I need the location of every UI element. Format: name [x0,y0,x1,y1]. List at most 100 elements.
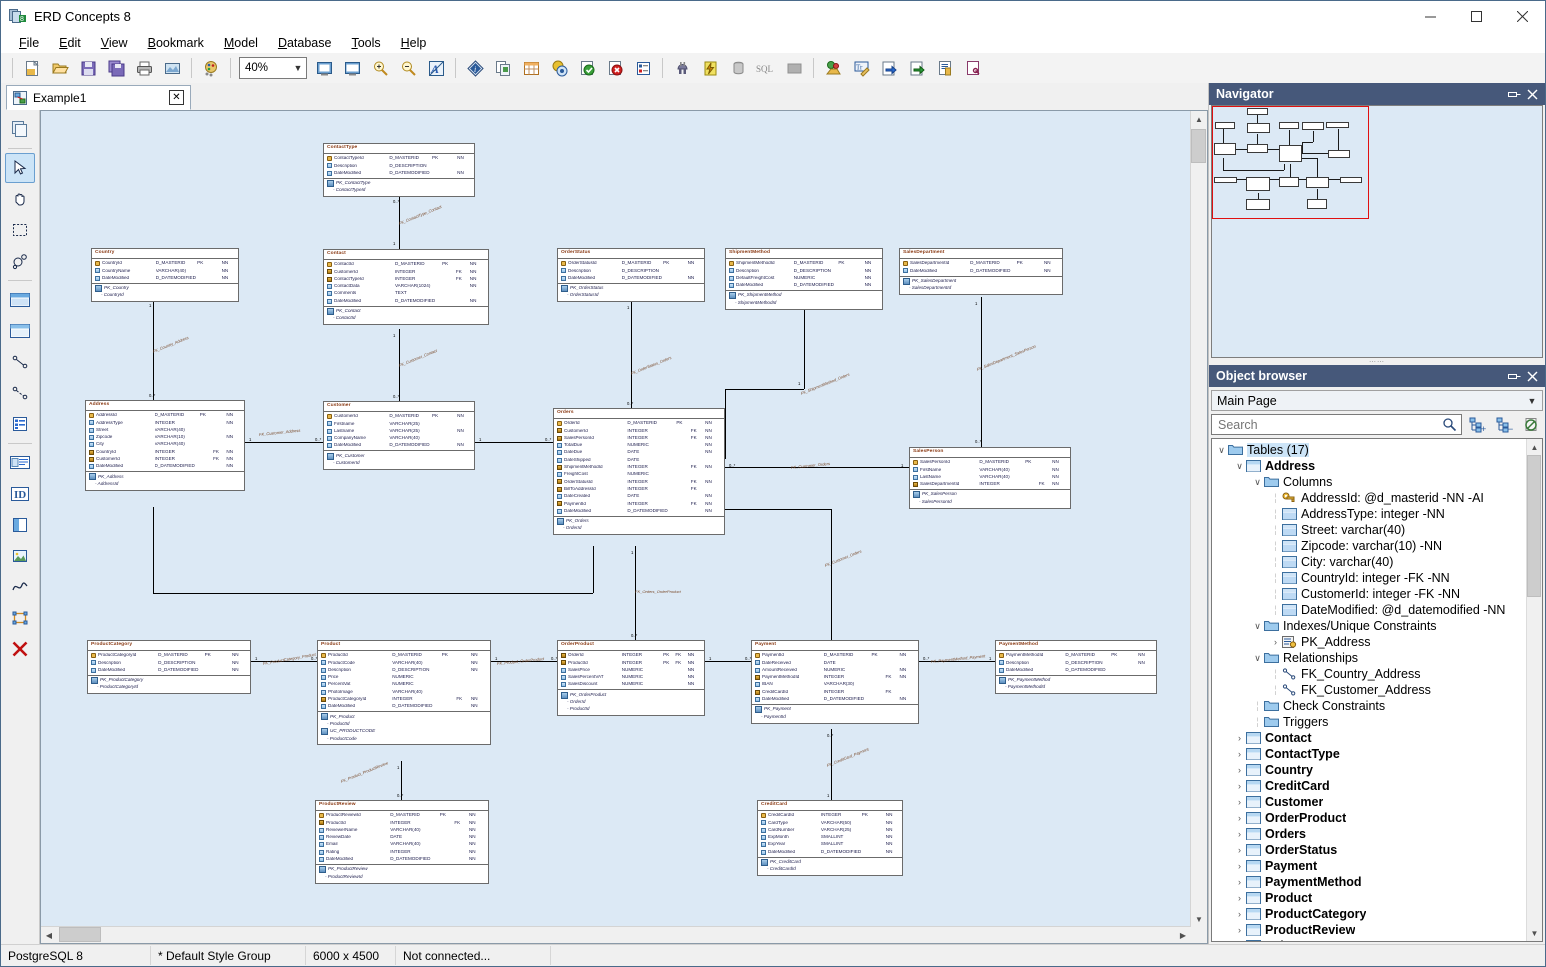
grid-icon[interactable] [518,55,544,81]
expand-all-icon[interactable]: + [1465,413,1489,436]
tree-node[interactable]: ›OrderStatus [1215,842,1542,858]
tree-node[interactable]: ›CreditCard [1215,778,1542,794]
diagram-canvas[interactable]: FK_ContactType_ContactFK_Country_Address… [41,111,1208,931]
chevron-right-icon[interactable]: › [1233,877,1246,887]
menu-edit[interactable]: Edit [49,34,91,52]
scroll-up-icon[interactable]: ▲ [1527,439,1542,455]
font-icon[interactable]: A [423,55,449,81]
tree-node[interactable]: ∨Columns [1215,474,1542,490]
tree-node[interactable]: ¦FK_Customer_Address [1215,682,1542,698]
tree-node[interactable]: ¦CustomerId: integer -FK -NN [1215,586,1542,602]
chevron-right-icon[interactable]: › [1233,797,1246,807]
close-button[interactable] [1499,1,1545,31]
chevron-right-icon[interactable]: › [1233,861,1246,871]
copy-model-icon[interactable] [490,55,516,81]
export-doc-icon[interactable] [904,55,930,81]
chevron-right-icon[interactable]: › [1233,829,1246,839]
diamond-info-icon[interactable]: i [462,55,488,81]
open-folder-icon[interactable] [47,55,73,81]
tree-node[interactable]: ¦DateModified: @d_datemodified -NN [1215,602,1542,618]
canvas-vertical-scrollbar[interactable]: ▲ ▼ [1190,111,1207,927]
chevron-right-icon[interactable]: › [1233,909,1246,919]
tree-node[interactable]: ›Country [1215,762,1542,778]
chevron-down-icon[interactable]: ∨ [1251,653,1264,664]
scroll-down-icon[interactable]: ▼ [1191,911,1207,927]
curve-tool[interactable] [5,572,35,602]
duplicate-tool[interactable] [5,114,35,144]
tree-node[interactable]: ›OrderProduct [1215,810,1542,826]
chevron-right-icon[interactable]: › [1233,813,1246,823]
save-icon[interactable] [75,55,101,81]
fit-width-icon[interactable] [339,55,365,81]
entity-table[interactable]: ProductReviewProductReviewIdD_MASTERIDPK… [315,800,489,884]
fit-page-icon[interactable] [311,55,337,81]
entity-table[interactable]: PaymentPaymentIdD_MASTERIDPKNNDateReceiv… [751,640,919,724]
chevron-right-icon[interactable]: › [1233,925,1246,935]
tree-node[interactable]: ›Customer [1215,794,1542,810]
entity-table[interactable]: PaymentMethodPaymentMethodIdD_MASTERIDPK… [995,640,1157,694]
identifying-relationship-tool[interactable] [5,378,35,408]
scroll-right-icon[interactable]: ▶ [1175,927,1191,943]
tree-node[interactable]: ¦AddressType: integer -NN [1215,506,1542,522]
zoom-level-combo[interactable]: 40% ▼ [239,57,307,79]
lightning-script-icon[interactable] [697,55,723,81]
chevron-right-icon[interactable]: › [1233,781,1246,791]
tree-node[interactable]: ›ProductReview [1215,922,1542,938]
list-object-tool[interactable] [5,409,35,439]
tree-node[interactable]: ¦CountryId: integer -FK -NN [1215,570,1542,586]
chevron-down-icon[interactable]: ∨ [1233,461,1246,472]
tree-node[interactable]: ¦Triggers [1215,714,1542,730]
entity-table[interactable]: OrderProductOrderIdINTEGERPKFKNNProductI… [557,640,705,716]
search-box[interactable] [1211,414,1462,435]
chevron-right-icon[interactable]: › [1233,893,1246,903]
entity-table[interactable]: ProductProductIdD_MASTERIDPKNNProductCod… [317,640,491,745]
tree-node[interactable]: ›ProductCategory [1215,906,1542,922]
collapse-all-icon[interactable]: − [1492,413,1516,436]
menu-database[interactable]: Database [268,34,342,52]
tree-node[interactable]: ¦City: varchar(40) [1215,554,1542,570]
new-document-icon[interactable] [19,55,45,81]
secure-doc-icon[interactable] [960,55,986,81]
color-fill-tool[interactable] [5,510,35,540]
close-icon[interactable]: ✕ [169,90,184,105]
validate-ok-icon[interactable] [574,55,600,81]
new-table-tool[interactable] [5,285,35,315]
tree-node[interactable]: ›ContactType [1215,746,1542,762]
chevron-down-icon[interactable]: ∨ [1251,621,1264,632]
scroll-down-icon[interactable]: ▼ [1527,925,1542,941]
chevron-down-icon[interactable]: ∨ [1215,445,1228,456]
search-icon[interactable] [1437,413,1461,436]
object-browser-close-button[interactable] [1523,367,1541,385]
entity-table[interactable]: OrderStatusOrderStatusIdD_MASTERIDPKNNDe… [557,248,705,302]
entity-table[interactable]: CustomerCustomerIdD_MASTERIDPKNNFirstnam… [323,401,475,470]
entity-table[interactable]: ProductCategoryProductCategoryIdD_MASTER… [87,640,251,694]
tree-node[interactable]: ›PaymentMethod [1215,874,1542,890]
object-browser-tree[interactable]: ∨Tables (17)∨Address∨Columns¦AddressId: … [1211,438,1543,942]
menu-bookmark[interactable]: Bookmark [138,34,214,52]
style-palette-icon[interactable] [198,55,224,81]
page-selector-combo[interactable]: Main Page ▼ [1211,390,1543,411]
menu-help[interactable]: Help [391,34,437,52]
tree-scroll-thumb[interactable] [1527,455,1541,597]
image-tool[interactable] [5,541,35,571]
chevron-right-icon[interactable]: › [1233,733,1246,743]
entity-table[interactable]: SalesDepartmentSalesDepartmentIdD_MASTER… [899,248,1063,295]
object-browser-pin-button[interactable] [1505,367,1523,385]
relationship-shape-tool[interactable] [5,246,35,276]
zoom-in-icon[interactable] [367,55,393,81]
report-icon[interactable] [932,55,958,81]
chevron-right-icon[interactable]: › [1233,845,1246,855]
id-domain-tool[interactable]: ID [5,479,35,509]
entity-table[interactable]: OrdersOrderIdD_MASTERIDPKNNCustomerIdINT… [553,408,725,535]
navigator-viewport-rect[interactable] [1212,106,1369,219]
diagram-canvas-viewport[interactable]: FK_ContactType_ContactFK_Country_Address… [40,110,1208,944]
canvas-horizontal-scrollbar[interactable]: ◀ ▶ [41,926,1191,943]
chevron-right-icon[interactable]: › [1233,765,1246,775]
save-all-icon[interactable] [103,55,129,81]
vertical-scroll-thumb[interactable] [1191,129,1206,163]
connect-plug-icon[interactable] [669,55,695,81]
menu-file[interactable]: File [9,34,49,52]
entity-table[interactable]: CountryCountryIdD_MASTERIDPKNNCountryNam… [91,248,239,302]
globe-settings-icon[interactable] [546,55,572,81]
navigator-thumbnail[interactable] [1211,105,1543,358]
